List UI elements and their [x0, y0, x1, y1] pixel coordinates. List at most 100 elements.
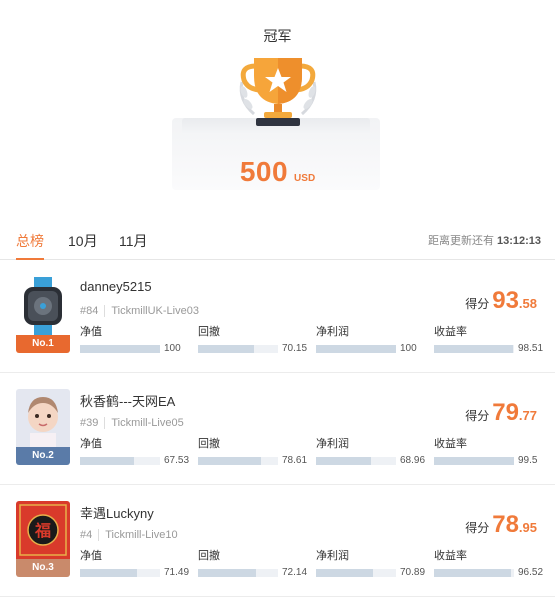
metric-value: 71.49: [164, 567, 190, 578]
trader-name[interactable]: danney5215: [80, 279, 152, 294]
metric-value: 100: [164, 343, 181, 354]
metric-return-rate: 收益率 99.5: [434, 435, 544, 467]
rank-badge: No.1: [16, 335, 70, 353]
rank-badge: No.2: [16, 447, 70, 465]
score-integer: 79: [492, 399, 519, 426]
active-tab-indicator: [16, 258, 44, 260]
metric-value: 98.51: [518, 343, 544, 354]
champion-title: 冠军: [263, 28, 292, 44]
bar-track: [198, 457, 278, 465]
update-countdown: 距离更新还有 13:12:13: [428, 232, 541, 248]
bar-fill: [198, 457, 261, 465]
metric-label: 净值: [80, 550, 102, 562]
fu-avatar-icon: 福: [16, 501, 70, 559]
metric-value: 100: [400, 343, 417, 354]
metric-net-profit: 净利润 70.89: [316, 547, 426, 579]
score-integer: 78: [492, 511, 519, 538]
bar-track: [198, 345, 278, 353]
metric-label: 回撤: [198, 326, 220, 338]
metric-value: 96.52: [518, 567, 544, 578]
tab-october[interactable]: 10月: [68, 231, 98, 251]
trader-name[interactable]: 秋香鹤---天网EA: [80, 391, 175, 410]
trophy-icon: [239, 58, 317, 126]
bar-track: [316, 345, 396, 353]
score: 得分 93.58: [465, 287, 537, 315]
metric-net-value: 净值 100: [80, 323, 190, 355]
rank-number: #84: [80, 305, 99, 317]
bar-track: [316, 457, 396, 465]
metric-label: 收益率: [434, 438, 467, 450]
tab-november[interactable]: 11月: [119, 231, 148, 251]
ranking-row-3[interactable]: 福 No.3 幸遇Luckyny #4 Tickmill-Live10 得分 78.…: [0, 485, 555, 597]
metric-label: 收益率: [434, 326, 467, 338]
bar-fill: [316, 457, 372, 465]
bar-track: [434, 457, 514, 465]
bar-fill: [80, 569, 138, 577]
avatar[interactable]: No.2: [16, 389, 70, 465]
divider: [98, 529, 100, 542]
update-time: 13:12:13: [496, 235, 541, 247]
bar-fill: [434, 569, 512, 577]
watch-avatar-icon: [16, 277, 70, 335]
rank-badge: No.3: [16, 559, 70, 577]
trader-meta: #84 TickmillUK-Live03: [80, 305, 199, 318]
update-label: 距离更新还有: [427, 235, 494, 247]
child-avatar-icon: [16, 389, 70, 447]
divider: [104, 417, 106, 430]
metric-label: 净值: [80, 326, 102, 338]
metric-return-rate: 收益率 96.52: [434, 547, 544, 579]
metric-value: 70.15: [282, 343, 308, 354]
trader-name[interactable]: 幸遇Luckyny: [80, 503, 154, 522]
bar-fill: [434, 345, 513, 353]
metric-net-value: 净值 71.49: [80, 547, 190, 579]
bar-track: [434, 569, 514, 577]
account-server: Tickmill-Live05: [111, 417, 184, 429]
bar-track: [316, 569, 396, 577]
metric-return-rate: 收益率 98.51: [434, 323, 544, 355]
account-server: Tickmill-Live10: [105, 529, 178, 541]
bar-fill: [80, 345, 160, 353]
bar-fill: [80, 457, 135, 465]
score-decimal: .58: [518, 296, 537, 311]
prize-amount: 500: [239, 156, 289, 187]
ranking-row-2[interactable]: No.2 秋香鹤---天网EA #39 Tickmill-Live05 得分 79.…: [0, 373, 555, 485]
score: 得分 79.77: [465, 399, 537, 427]
score-decimal: .95: [518, 520, 537, 535]
metric-label: 回撤: [198, 438, 220, 450]
divider: [104, 305, 106, 318]
avatar[interactable]: No.1: [16, 277, 70, 353]
bar-track: [434, 345, 514, 353]
avatar[interactable]: 福 No.3: [16, 501, 70, 577]
metric-value: 67.53: [164, 455, 190, 466]
score-label: 得分: [465, 297, 490, 311]
metric-drawdown: 回撤 72.14: [198, 547, 308, 579]
metric-value: 70.89: [400, 567, 426, 578]
prize: 500 USD: [0, 156, 555, 188]
metric-label: 回撤: [198, 550, 220, 562]
tab-overall[interactable]: 总榜: [16, 231, 44, 251]
ranking-row-1[interactable]: No.1 danney5215 #84 TickmillUK-Live03 得分 9…: [0, 261, 555, 373]
score-label: 得分: [465, 521, 490, 535]
bar-track: [80, 569, 160, 577]
metric-value: 78.61: [282, 455, 308, 466]
metric-label: 净利润: [316, 326, 349, 338]
metric-value: 99.5: [518, 455, 538, 466]
metric-label: 收益率: [434, 550, 467, 562]
trader-meta: #4 Tickmill-Live10: [80, 529, 178, 542]
bar-fill: [316, 569, 373, 577]
bar-track: [80, 457, 160, 465]
trader-meta: #39 Tickmill-Live05: [80, 417, 184, 430]
champion-section: 冠军 500 USD: [0, 0, 555, 215]
metric-label: 净利润: [316, 438, 349, 450]
bar-fill: [198, 345, 255, 353]
bar-fill: [198, 569, 256, 577]
score: 得分 78.95: [465, 511, 537, 539]
metric-label: 净利润: [316, 550, 349, 562]
bar-track: [80, 345, 160, 353]
metric-drawdown: 回撤 78.61: [198, 435, 308, 467]
rank-number: #4: [80, 529, 93, 541]
metric-value: 68.96: [400, 455, 426, 466]
metric-net-value: 净值 67.53: [80, 435, 190, 467]
metric-net-profit: 净利润 68.96: [316, 435, 426, 467]
prize-unit: USD: [294, 173, 316, 184]
